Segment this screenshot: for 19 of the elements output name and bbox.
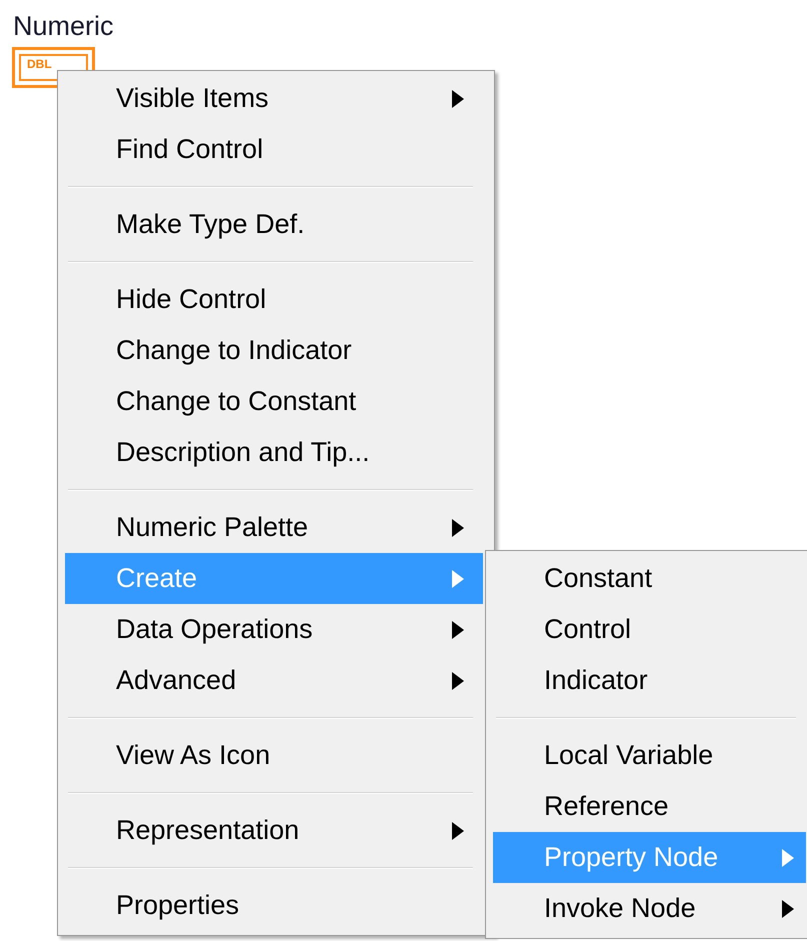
menu-item[interactable]: Find Control [65,124,483,175]
menu-item[interactable]: Reference [493,781,806,832]
menu-item[interactable]: Make Type Def. [65,199,483,250]
control-label: Numeric [13,10,114,43]
menu-item[interactable]: Control [493,604,806,655]
menu-item[interactable]: Change to Indicator [65,325,483,376]
menu-item[interactable]: Properties [65,880,483,931]
menu-item[interactable]: Constant [493,553,806,604]
menu-item[interactable]: Advanced [65,655,483,706]
menu-item[interactable]: Invoke Node [493,883,806,934]
menu-item[interactable]: Local Variable [493,730,806,781]
menu-item[interactable]: Numeric Palette [65,502,483,553]
menu-item[interactable]: Change to Constant [65,376,483,427]
menu-item[interactable]: View As Icon [65,730,483,781]
menu-item[interactable]: Representation [65,805,483,856]
menu-item[interactable]: Data Operations [65,604,483,655]
menu-item[interactable]: Description and Tip... [65,427,483,478]
menu-item[interactable]: Hide Control [65,274,483,325]
menu-item[interactable]: Indicator [493,655,806,706]
